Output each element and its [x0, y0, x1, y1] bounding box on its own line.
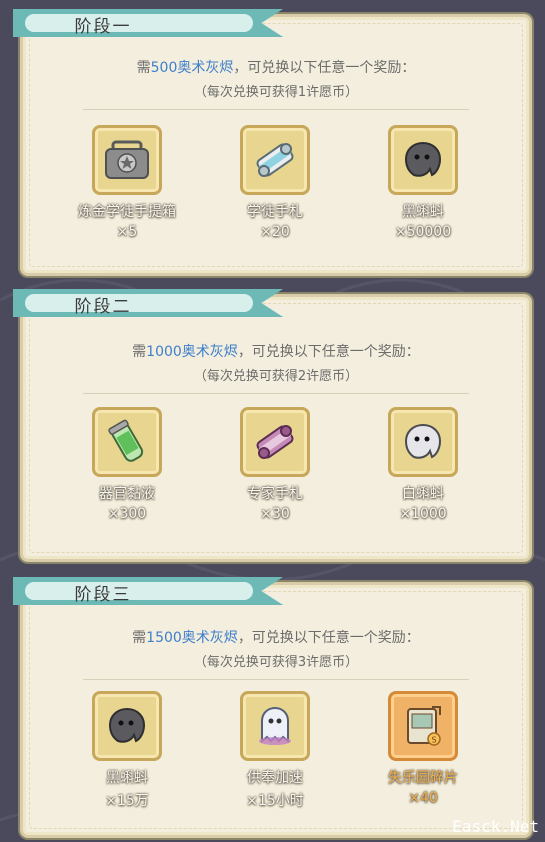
- reward-note: （每次兑换可获得2许愿币）: [193, 369, 359, 384]
- briefcase-icon: [92, 125, 162, 195]
- stage-ribbon: 阶段一: [13, 9, 283, 37]
- reward-name: 专家手札: [247, 486, 303, 502]
- requirement-amount: 1500奥术灰烬: [146, 630, 238, 646]
- white-tadpole-icon: [388, 407, 458, 477]
- reward-item[interactable]: 炼金学徒手提箱 ×5: [67, 125, 187, 240]
- divider: [83, 679, 469, 680]
- stage-title: 阶段二: [74, 297, 132, 317]
- reward-quantity: ×30: [260, 506, 290, 522]
- stage-title: 阶段三: [74, 585, 132, 605]
- stage-ribbon: 阶段三: [13, 577, 283, 605]
- reward-item[interactable]: S 失乐园碎片 ×40: [363, 691, 483, 806]
- stage-panel-3: 阶段三 需1500奥术灰烬，可兑换以下任意一个奖励： （每次兑换可获得3许愿币）…: [13, 577, 532, 838]
- reward-item[interactable]: 器官黏液 ×300: [67, 407, 187, 522]
- reward-quantity: ×300: [107, 506, 147, 522]
- requirement-text: 需1000奥术灰烬，可兑换以下任意一个奖励：: [132, 344, 420, 360]
- reward-item[interactable]: 供奉加速 ×15小时: [215, 691, 335, 810]
- stage-panel-1: 阶段一 需500奥术灰烬，可兑换以下任意一个奖励： （每次兑换可获得1许愿币） …: [13, 9, 532, 276]
- requirement-amount: 500奥术灰烬: [150, 60, 234, 76]
- reward-name: 黑蝌蚪: [402, 204, 444, 220]
- reward-quantity: ×20: [260, 224, 290, 240]
- divider: [83, 393, 469, 394]
- watermark: Easck.Net: [452, 817, 539, 836]
- reward-quantity: ×40: [408, 790, 438, 806]
- reward-quantity: ×50000: [394, 224, 452, 240]
- reward-quantity: ×15小时: [246, 793, 304, 809]
- reward-item[interactable]: 黑蝌蚪 ×50000: [363, 125, 483, 240]
- reward-item[interactable]: 专家手札 ×30: [215, 407, 335, 522]
- reward-name: 失乐园碎片: [388, 770, 458, 786]
- reward-note: （每次兑换可获得1许愿币）: [193, 85, 359, 100]
- stage-title: 阶段一: [74, 17, 132, 37]
- reward-name: 黑蝌蚪: [106, 770, 148, 786]
- reward-name: 白蝌蚪: [402, 486, 444, 502]
- reward-quantity: ×15万: [105, 793, 149, 809]
- requirement-amount: 1000奥术灰烬: [146, 344, 238, 360]
- reward-item[interactable]: 学徒手札 ×20: [215, 125, 335, 240]
- reward-name: 学徒手札: [247, 204, 303, 220]
- reward-name: 器官黏液: [99, 486, 155, 502]
- stage-panel-2: 阶段二 需1000奥术灰烬，可兑换以下任意一个奖励： （每次兑换可获得2许愿币）…: [13, 289, 532, 562]
- reward-quantity: ×5: [116, 224, 138, 240]
- expert-scroll-icon: [240, 407, 310, 477]
- black-tadpole-icon: [92, 691, 162, 761]
- reward-quantity: ×1000: [399, 506, 447, 522]
- scroll-icon: [240, 125, 310, 195]
- reward-name: 炼金学徒手提箱: [78, 204, 176, 220]
- lost-paradise-fragment-icon: S: [388, 691, 458, 761]
- requirement-text: 需500奥术灰烬，可兑换以下任意一个奖励：: [136, 60, 416, 76]
- requirement-text: 需1500奥术灰烬，可兑换以下任意一个奖励：: [132, 630, 420, 646]
- stage-ribbon: 阶段二: [13, 289, 283, 317]
- divider: [83, 109, 469, 110]
- reward-item[interactable]: 白蝌蚪 ×1000: [363, 407, 483, 522]
- svg-text:S: S: [431, 736, 436, 745]
- reward-note: （每次兑换可获得3许愿币）: [193, 655, 359, 670]
- black-tadpole-icon: [388, 125, 458, 195]
- ghost-speedup-icon: [240, 691, 310, 761]
- reward-name: 供奉加速: [247, 770, 303, 786]
- slime-tube-icon: [92, 407, 162, 477]
- reward-item[interactable]: 黑蝌蚪 ×15万: [67, 691, 187, 810]
